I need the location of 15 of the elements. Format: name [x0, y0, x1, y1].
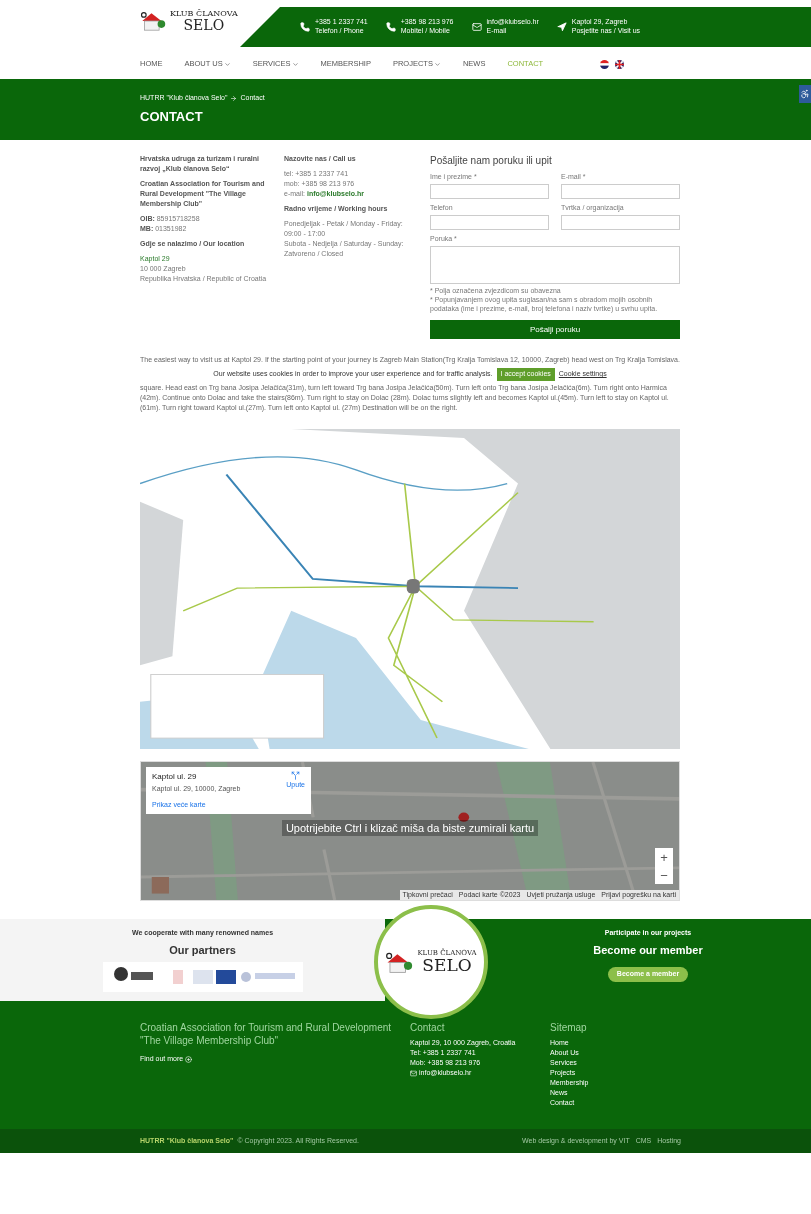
logo-text: SELO: [422, 957, 472, 974]
place-title: Kaptol ul. 29: [152, 771, 198, 783]
logo-text: KLUB ČLANOVA: [170, 10, 238, 18]
footer-heading: Croatian Association for Tourism and Rural Development "The Village Membership Club": [140, 1021, 393, 1047]
page-title: CONTACT: [140, 107, 204, 126]
submit-button[interactable]: Pošalji poruku: [430, 320, 680, 339]
member-title: Become our member: [593, 942, 703, 958]
zoom-button[interactable]: +: [655, 848, 673, 866]
footer-heading: Contact: [410, 1021, 446, 1034]
logo-text: SELO: [183, 18, 225, 32]
zoom-button[interactable]: −: [655, 866, 673, 884]
form-title: Pošaljite nam poruku ili upit: [430, 154, 553, 167]
partners-title: Our partners: [169, 942, 236, 958]
map-overlay-message: Upotrijebite Ctrl i klizač miša da biste zumirali kartu: [281, 819, 539, 837]
footer-heading: Sitemap: [550, 1021, 588, 1034]
